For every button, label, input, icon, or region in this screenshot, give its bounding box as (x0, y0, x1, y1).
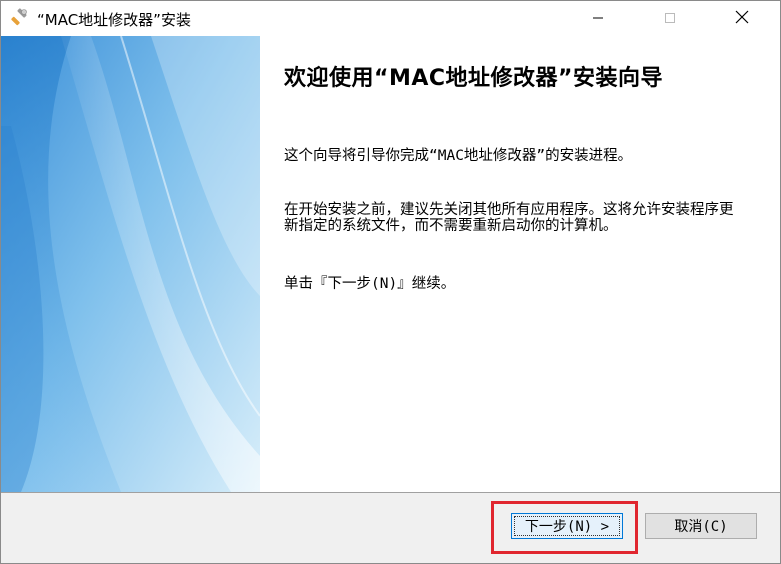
page-title: 欢迎使用“MAC地址修改器”安装向导 (284, 66, 663, 91)
close-icon (735, 9, 749, 28)
maximize-icon (664, 9, 676, 28)
cancel-button[interactable]: 取消(C) (645, 513, 757, 539)
intro-paragraph: 这个向导将引导你完成“MAC地址修改器”的安装进程。 (284, 148, 633, 164)
next-button[interactable]: 下一步(N) > (511, 513, 623, 539)
minimize-icon (592, 9, 604, 28)
title-bar[interactable]: “MAC地址修改器”安装 (1, 1, 780, 35)
installer-window: “MAC地址修改器”安装 欢迎使用“MAC地址修改器”安装向导 这个向导将引导你… (0, 0, 781, 564)
close-button[interactable] (719, 1, 765, 35)
cancel-button-label: 取消(C) (674, 519, 728, 535)
welcome-content: 欢迎使用“MAC地址修改器”安装向导 这个向导将引导你完成“MAC地址修改器”的… (260, 36, 780, 492)
minimize-button[interactable] (575, 1, 621, 35)
close-apps-paragraph: 在开始安装之前，建议先关闭其他所有应用程序。这将允许安装程序更新指定的系统文件，… (284, 202, 734, 234)
focus-rectangle (514, 516, 620, 536)
continue-instruction: 单击『下一步(N)』继续。 (284, 276, 456, 292)
side-banner-image (1, 36, 260, 492)
window-title: “MAC地址修改器”安装 (37, 11, 191, 29)
maximize-button[interactable] (647, 1, 693, 35)
installer-wrench-icon (9, 8, 29, 28)
